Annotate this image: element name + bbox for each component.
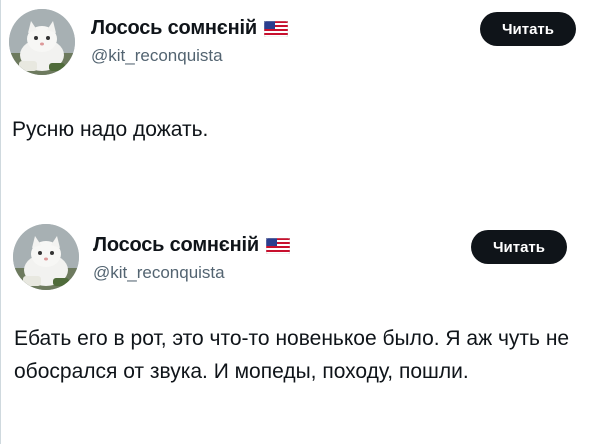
follow-button[interactable]: Читать [480, 12, 576, 46]
tweet-text: Русню надо дожать. [12, 118, 209, 141]
display-name[interactable]: Лосось сомнєній [93, 234, 259, 257]
tweet-card: Лосось сомнєній @kit_reconquista Читать … [0, 210, 600, 444]
avatar[interactable] [13, 224, 79, 290]
user-handle[interactable]: @kit_reconquista [93, 263, 225, 283]
avatar[interactable] [9, 9, 75, 75]
us-flag-icon [263, 20, 288, 37]
us-flag-icon [265, 237, 290, 254]
follow-button[interactable]: Читать [471, 230, 567, 264]
display-name[interactable]: Лосось сомнєній [91, 17, 257, 40]
tweet-text: Ебать его в рот, это что-то новенькое бы… [14, 327, 570, 383]
user-handle[interactable]: @kit_reconquista [91, 46, 223, 66]
tweet-card: Лосось сомнєній @kit_reconquista Читать … [0, 0, 600, 196]
name-row: Лосось сомнєній [93, 234, 290, 257]
white-cat-avatar-icon [9, 9, 75, 75]
white-cat-avatar-icon [13, 224, 79, 290]
name-row: Лосось сомнєній [91, 17, 288, 40]
